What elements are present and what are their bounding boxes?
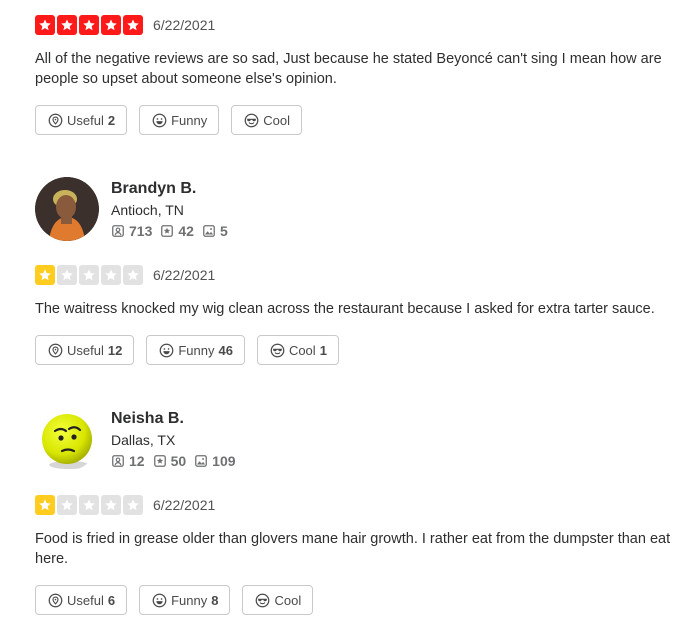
useful-label: Useful (67, 112, 104, 128)
star-icon (123, 15, 143, 35)
star-icon (35, 265, 55, 285)
user-name[interactable]: Neisha B. (111, 409, 236, 429)
star-icon (101, 15, 121, 35)
review-date: 6/22/2021 (153, 17, 216, 33)
star-rating (35, 265, 143, 285)
review-actions: Useful 2 Funny Cool (35, 105, 690, 135)
cool-button[interactable]: Cool (231, 105, 302, 135)
funny-count: 46 (218, 342, 233, 358)
reviews-stat: 42 (160, 223, 194, 239)
useful-button[interactable]: Useful 2 (35, 105, 128, 135)
star-icon (57, 15, 77, 35)
useful-count: 12 (107, 342, 123, 358)
star-icon (57, 495, 77, 515)
friends-icon (111, 454, 125, 468)
useful-count: 2 (107, 112, 116, 128)
friends-count: 12 (129, 453, 145, 469)
review-date: 6/22/2021 (153, 497, 216, 513)
review-rating-row: 6/22/2021 (35, 15, 690, 35)
funny-count: 8 (211, 592, 219, 608)
reviews-icon (160, 224, 174, 238)
user-name[interactable]: Brandyn B. (111, 179, 228, 199)
funny-icon (159, 343, 174, 358)
review-text: The waitress knocked my wig clean across… (35, 301, 655, 317)
user-info: Brandyn B. Antioch, TN 713 42 5 (111, 179, 228, 239)
cool-icon (244, 113, 259, 128)
cool-count: 1 (319, 342, 327, 358)
friends-count: 713 (129, 223, 153, 239)
funny-button[interactable]: Funny 8 (139, 585, 231, 615)
reviews-stat: 50 (153, 453, 187, 469)
user-stats: 12 50 109 (111, 453, 236, 469)
funny-label: Funny (178, 342, 215, 358)
cool-icon (270, 343, 285, 358)
cool-button[interactable]: Cool (242, 585, 314, 615)
star-icon (79, 265, 99, 285)
cool-label: Cool (288, 342, 316, 358)
star-icon (35, 15, 55, 35)
star-rating (35, 495, 143, 515)
reviews-count: 42 (178, 223, 194, 239)
review-actions: Useful 6 Funny 8 Cool (35, 585, 690, 615)
review-card-1: 6/22/2021 All of the negative reviews ar… (35, 15, 690, 135)
review-date: 6/22/2021 (153, 267, 216, 283)
star-rating (35, 15, 143, 35)
funny-icon (152, 113, 167, 128)
cool-button[interactable]: Cool 1 (256, 335, 339, 365)
reviews-icon (153, 454, 167, 468)
avatar[interactable] (35, 177, 99, 241)
reviewer-header-2: Brandyn B. Antioch, TN 713 42 5 (35, 177, 228, 241)
star-icon (101, 265, 121, 285)
cool-label: Cool (263, 112, 290, 128)
reviewer-header-3: Neisha B. Dallas, TX 12 50 109 (35, 407, 236, 471)
reviews-count: 50 (170, 453, 187, 469)
useful-icon (48, 113, 63, 128)
funny-button[interactable]: Funny 46 (146, 335, 245, 365)
avatar[interactable] (35, 407, 99, 471)
friends-stat: 12 (111, 453, 145, 469)
star-icon (123, 265, 143, 285)
friends-icon (111, 224, 125, 238)
star-icon (79, 15, 99, 35)
photos-stat: 5 (202, 223, 228, 239)
review-rating-row: 6/22/2021 (35, 495, 690, 515)
user-stats: 713 42 5 (111, 223, 228, 239)
friends-stat: 713 (111, 223, 152, 239)
funny-icon (152, 593, 167, 608)
useful-icon (48, 343, 63, 358)
user-info: Neisha B. Dallas, TX 12 50 109 (111, 409, 236, 469)
cool-icon (255, 593, 270, 608)
useful-count: 6 (107, 592, 116, 608)
useful-label: Useful (67, 342, 104, 358)
funny-label: Funny (171, 592, 208, 608)
photos-count: 5 (219, 223, 228, 239)
useful-icon (48, 593, 63, 608)
photos-count: 109 (212, 453, 236, 469)
review-rating-row: 6/22/2021 (35, 265, 690, 285)
cool-label: Cool (274, 592, 302, 608)
star-icon (35, 495, 55, 515)
photos-icon (202, 224, 216, 238)
review-actions: Useful 12 Funny 46 Cool 1 (35, 335, 690, 365)
user-location: Dallas, TX (111, 432, 176, 448)
photos-icon (194, 454, 208, 468)
star-icon (101, 495, 121, 515)
useful-button[interactable]: Useful 6 (35, 585, 128, 615)
useful-label: Useful (67, 592, 104, 608)
funny-label: Funny (171, 112, 208, 128)
review-text: Food is fried in grease older than glove… (35, 531, 671, 567)
user-location: Antioch, TN (111, 202, 184, 218)
star-icon (57, 265, 77, 285)
review-text: All of the negative reviews are so sad, … (35, 51, 662, 87)
photos-stat: 109 (194, 453, 236, 469)
review-card-2: 6/22/2021 The waitress knocked my wig cl… (35, 265, 690, 365)
funny-button[interactable]: Funny (139, 105, 220, 135)
star-icon (79, 495, 99, 515)
star-icon (123, 495, 143, 515)
review-card-3: 6/22/2021 Food is fried in grease older … (35, 495, 690, 615)
useful-button[interactable]: Useful 12 (35, 335, 135, 365)
